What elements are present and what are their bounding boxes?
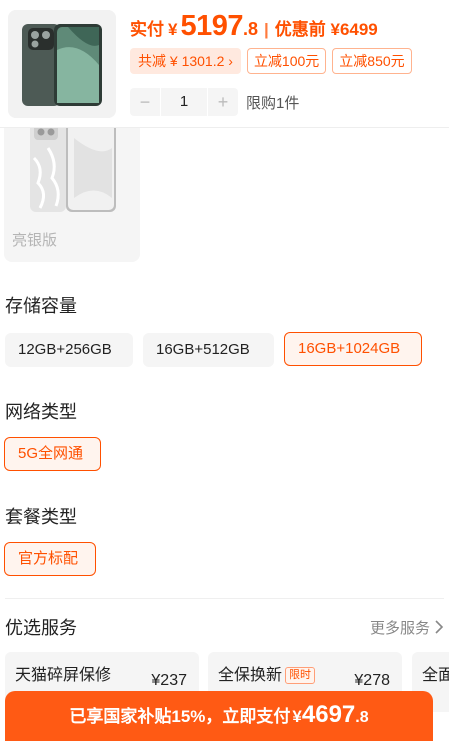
pay-now-button[interactable]: 已享国家补贴15%，立即支付 ¥ 4697 .8 — [5, 691, 433, 741]
phone-green-image — [8, 10, 116, 118]
product-thumbnail — [8, 10, 116, 118]
minus-icon[interactable]: − — [130, 92, 160, 113]
service-name: 全保换新 限时 — [218, 661, 316, 685]
plus-icon[interactable]: + — [208, 92, 238, 113]
total-discount-button[interactable]: 共减 ¥ 1301.2 › — [130, 48, 241, 74]
promo-tag: 立减850元 — [332, 48, 412, 74]
storage-option-512[interactable]: 16GB+512GB — [143, 333, 274, 367]
services-header: 优选服务 更多服务 — [5, 614, 444, 640]
services-title: 优选服务 — [5, 618, 77, 638]
phone-silver-image — [30, 128, 116, 212]
color-variant-silver[interactable]: 亮银版 — [4, 128, 140, 262]
price-separator: | — [264, 20, 269, 39]
service-price: ¥278 — [354, 672, 390, 689]
storage-title: 存储容量 — [5, 296, 77, 316]
service-name: 天猫碎屏保修 — [15, 667, 112, 684]
pay-currency: ¥ — [292, 707, 302, 726]
pay-now-label: 已享国家补贴15%，立即支付 — [69, 707, 291, 726]
pay-amount-integer: 4697 — [301, 701, 356, 728]
promo-row: 共减 ¥ 1301.2 › 立减100元 立减850元 — [130, 48, 412, 74]
pay-amount-decimal: .8 — [355, 709, 369, 726]
price-label: 实付 — [130, 20, 164, 39]
original-price: 优惠前 ¥6499 — [274, 20, 378, 39]
promo-tag: 立减100元 — [246, 48, 327, 74]
more-services-link[interactable]: 更多服务 — [370, 617, 444, 638]
package-option-standard[interactable]: 官方标配 — [4, 542, 96, 576]
more-services-label: 更多服务 — [369, 619, 430, 637]
service-name-text: 全保换新 — [218, 667, 283, 684]
service-name: 全面 — [422, 667, 449, 684]
network-option-5g[interactable]: 5G全网通 — [4, 437, 101, 471]
price-decimal: .8 — [242, 19, 258, 39]
purchase-limit: 限购1件 — [246, 94, 300, 112]
currency-symbol: ¥ — [168, 20, 178, 39]
storage-option-256[interactable]: 12GB+256GB — [5, 333, 133, 367]
network-title: 网络类型 — [5, 402, 77, 422]
chevron-right-icon — [435, 620, 444, 634]
storage-option-1024[interactable]: 16GB+1024GB — [284, 332, 422, 366]
service-price: ¥237 — [151, 672, 187, 689]
variant-name: 亮银版 — [12, 232, 58, 249]
price-line: 实付 ¥ 5197 .8 | 优惠前 ¥6499 — [130, 10, 378, 43]
quantity-value[interactable]: 1 — [160, 88, 208, 116]
package-title: 套餐类型 — [5, 507, 77, 527]
price-integer: 5197 — [180, 10, 243, 42]
quantity-stepper: − 1 + — [130, 88, 238, 116]
limited-time-badge: 限时 — [285, 667, 316, 684]
quantity-row: − 1 + 限购1件 — [130, 88, 299, 116]
section-divider — [5, 598, 444, 599]
product-summary-header: 实付 ¥ 5197 .8 | 优惠前 ¥6499 共减 ¥ 1301.2 › 立… — [0, 0, 449, 128]
